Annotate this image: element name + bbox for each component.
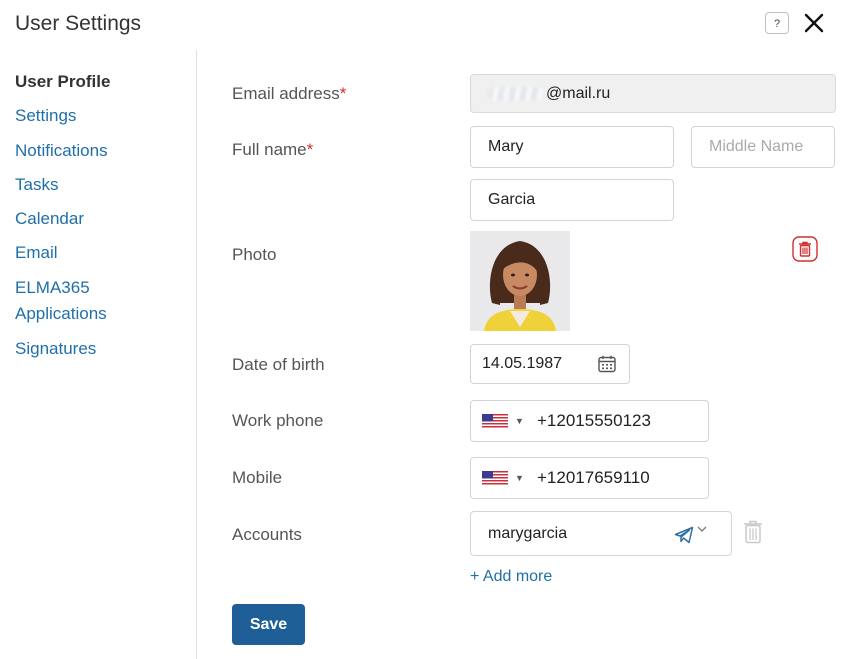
sidebar-item-calendar[interactable]: Calendar [15, 206, 84, 232]
required-mark: * [339, 84, 347, 103]
us-flag-icon [482, 413, 508, 429]
question-icon: ? [774, 18, 780, 30]
save-button[interactable]: Save [232, 604, 305, 645]
mobile-phone-value: +12017659110 [537, 468, 650, 487]
photo-label: Photo [232, 245, 277, 264]
sidebar-item-applications[interactable]: ELMA365 Applications [15, 275, 135, 327]
dialog-header: User Settings ? [0, 0, 856, 50]
work-phone-label: Work phone [232, 411, 324, 430]
work-phone-value: +12015550123 [537, 411, 651, 430]
sidebar-item-email[interactable]: Email [15, 240, 58, 266]
date-of-birth-field[interactable]: 14.05.1987 [470, 344, 630, 384]
work-phone-field[interactable]: ▼ +12015550123 [470, 400, 709, 442]
profile-photo [470, 231, 570, 331]
delete-photo-button[interactable] [792, 236, 818, 262]
delete-account-button[interactable] [741, 519, 765, 545]
avatar[interactable] [470, 231, 570, 331]
add-more-link[interactable]: + Add more [470, 566, 552, 588]
sidebar: User Profile Settings Notifications Task… [0, 50, 197, 659]
date-of-birth-label: Date of birth [232, 355, 325, 374]
accounts-label: Accounts [232, 525, 302, 544]
first-name-input[interactable] [488, 138, 673, 156]
first-name-field[interactable] [470, 126, 674, 168]
work-phone-country-select[interactable]: ▼ [471, 401, 525, 441]
svg-text:?: ? [774, 18, 780, 30]
trash-icon [792, 236, 818, 262]
close-button[interactable] [801, 10, 827, 36]
close-icon [804, 13, 824, 33]
chevron-down-icon: ▼ [515, 473, 524, 483]
chevron-down-icon: ▼ [515, 416, 524, 426]
sidebar-item-signatures[interactable]: Signatures [15, 336, 96, 362]
dialog-title: User Settings [15, 12, 142, 35]
last-name-input[interactable] [488, 191, 673, 209]
email-field: @mail.ru [470, 74, 836, 113]
account-value: marygarcia [488, 524, 568, 542]
account-field[interactable]: marygarcia [470, 511, 732, 556]
us-flag-icon [482, 470, 508, 486]
sidebar-item-settings[interactable]: Settings [15, 103, 76, 129]
calendar-icon[interactable] [597, 354, 617, 374]
mobile-country-select[interactable]: ▼ [471, 458, 525, 498]
mobile-label: Mobile [232, 468, 283, 487]
trash-icon [744, 520, 762, 544]
middle-name-input[interactable] [709, 138, 834, 156]
full-name-label: Full name* [232, 140, 314, 159]
email-domain: @mail.ru [546, 84, 611, 102]
last-name-field[interactable] [470, 179, 674, 221]
help-button[interactable]: ? [765, 12, 789, 34]
telegram-icon [674, 526, 694, 544]
mobile-phone-field[interactable]: ▼ +12017659110 [470, 457, 709, 499]
sidebar-item-tasks[interactable]: Tasks [15, 172, 58, 198]
date-of-birth-value: 14.05.1987 [482, 355, 563, 372]
chevron-down-icon[interactable] [696, 524, 708, 534]
middle-name-field[interactable] [691, 126, 835, 168]
redacted-email-part [488, 86, 544, 101]
required-mark: * [306, 140, 314, 159]
sidebar-item-user-profile[interactable]: User Profile [15, 69, 110, 95]
sidebar-item-notifications[interactable]: Notifications [15, 138, 108, 164]
email-label: Email address* [232, 84, 347, 103]
